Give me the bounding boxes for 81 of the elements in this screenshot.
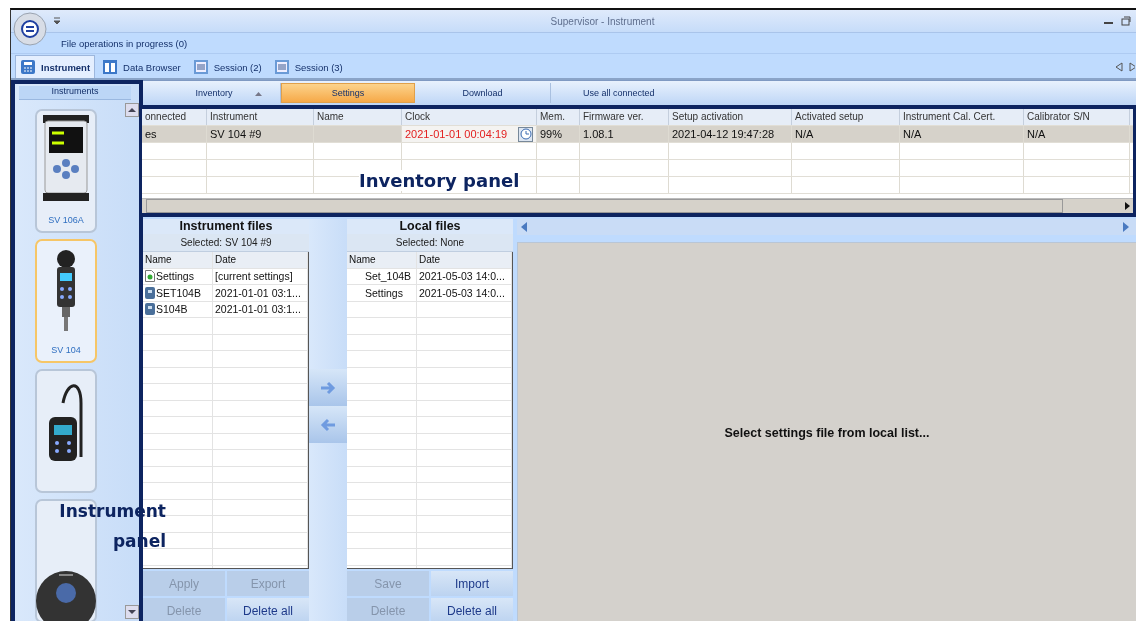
selection-label: Selected: None [347, 234, 513, 252]
clock-icon [519, 128, 532, 140]
tab[interactable]: Instrument [15, 55, 96, 78]
calculator-icon [20, 59, 36, 75]
file-name[interactable]: Settings [156, 270, 194, 283]
scroll-down-button-icon [125, 605, 139, 619]
toolbar-button[interactable]: Download [415, 83, 551, 103]
toolbar-button[interactable]: Settings [281, 83, 415, 103]
selection-label: Selected: SV 104 #9 [143, 234, 309, 252]
instrument-card[interactable] [35, 369, 97, 494]
file-date[interactable]: 2021-01-01 03:1... [213, 285, 308, 301]
table-cell: 99% [537, 126, 580, 142]
file-action-button[interactable]: Import [431, 571, 513, 596]
column-header[interactable]: Name [143, 252, 213, 268]
horizontal-scrollbar[interactable] [142, 198, 1133, 213]
file-name[interactable]: Set_104B [365, 270, 412, 283]
device-file-icon [145, 303, 155, 316]
column-header[interactable]: Clock [402, 109, 537, 125]
copy-to-local-button[interactable] [309, 369, 347, 406]
instrument-label: SV 104 [51, 345, 81, 356]
instrument-label: SV 106A [48, 215, 84, 226]
minimize-icon [1104, 22, 1113, 24]
column-header[interactable]: onnected [142, 109, 207, 125]
column-header[interactable]: Mem. [537, 109, 580, 125]
file-name[interactable]: SET104B [156, 286, 201, 299]
table-cell-text: 2021-01-01 00:04:19 [405, 127, 508, 142]
file-action-button[interactable]: Delete all [227, 598, 309, 621]
table-cell: 2021-04-12 19:47:28 [669, 126, 792, 142]
column-header[interactable]: Instrument [207, 109, 314, 125]
toolbar-button[interactable]: Use all connected [551, 83, 691, 103]
scroll-left-icon [1115, 61, 1123, 72]
file-name[interactable]: S104B [156, 303, 188, 316]
table-cell: 1.08.1 [580, 126, 669, 142]
preview-message: Select settings file from local list... [724, 425, 930, 440]
quick-access-caret-icon [53, 17, 61, 25]
column-header[interactable]: Calibrator S/N [1024, 109, 1130, 125]
panel-title: Local files [347, 219, 513, 234]
document-icon [192, 59, 209, 75]
column-header[interactable]: Activated setup [792, 109, 900, 125]
panel-title: Instrument files [143, 219, 309, 234]
table-cell: N/A [1024, 126, 1130, 142]
file-name[interactable]: Settings [365, 286, 403, 299]
scroll-right-arrow-icon [1123, 200, 1131, 212]
column-header[interactable]: Name [347, 252, 417, 268]
column-header[interactable]: Firmware ver. [580, 109, 669, 125]
column-header[interactable]: Instrument Cal. Cert. [900, 109, 1024, 125]
tab[interactable]: Session (3) [268, 55, 348, 78]
app-logo-icon [13, 12, 47, 46]
scroll-right-icon [1129, 61, 1135, 72]
device-file-icon [145, 286, 155, 299]
tab[interactable]: Session (2) [187, 55, 267, 78]
scroll-right-icon [1123, 222, 1129, 232]
right-arrow-icon [319, 379, 337, 396]
column-header[interactable]: Date [417, 252, 512, 268]
instrument-card[interactable]: SV 106A [35, 109, 97, 234]
window-title: Supervisor - Instrument [549, 15, 656, 27]
restore-icon [1121, 16, 1131, 26]
round-device-drawing [36, 571, 96, 621]
instrument-card[interactable]: SV 104 [35, 239, 97, 364]
set-clock-button[interactable] [518, 126, 533, 142]
table-cell: N/A [900, 126, 1024, 142]
file-date[interactable]: [current settings] [213, 268, 308, 284]
instruments-header: Instruments [19, 86, 131, 100]
column-header[interactable]: Name [314, 109, 402, 125]
tab[interactable]: Data Browser [97, 55, 186, 78]
annotation-label: Inventory panel [359, 170, 520, 191]
column-header[interactable]: Setup activation [669, 109, 792, 125]
file-date[interactable]: 2021-01-01 03:1... [213, 301, 308, 317]
table-cell: N/A [792, 126, 900, 142]
left-arrow-icon [319, 416, 337, 433]
column-header[interactable]: Date [213, 252, 308, 268]
scroll-up-button-icon [125, 103, 139, 117]
copy-to-instrument-button[interactable] [309, 406, 347, 443]
document-icon [273, 59, 290, 75]
table-cell: es [142, 126, 207, 142]
file-date[interactable]: 2021-05-03 14:0... [417, 268, 512, 284]
file-operations-status: File operations in progress (0) [61, 37, 188, 49]
table-cell: SV 104 #9 [207, 126, 314, 142]
scroll-left-icon [521, 222, 527, 232]
file-action-button[interactable]: Delete all [431, 598, 513, 621]
file-date[interactable]: 2021-05-03 14:0... [417, 285, 512, 301]
